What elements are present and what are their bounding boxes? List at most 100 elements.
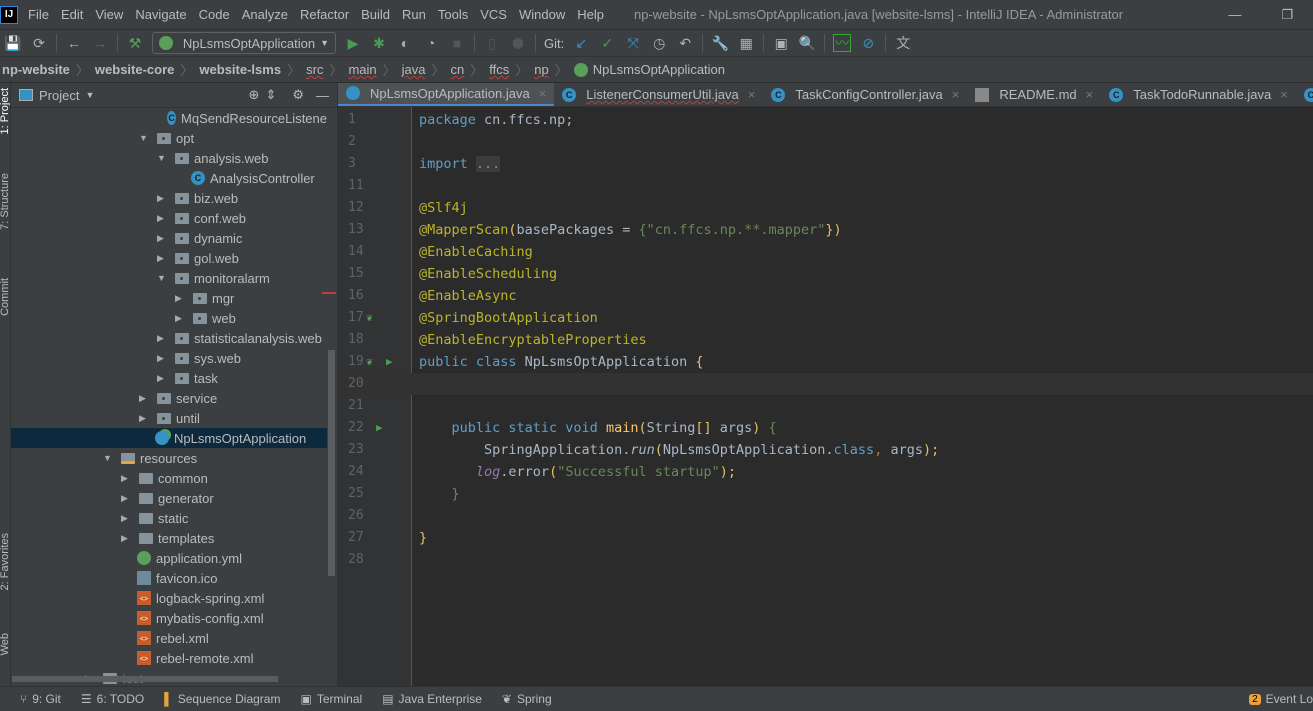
expanded-arrow-icon[interactable]: ▼ (139, 133, 149, 143)
package-icon[interactable]: ⬢ (509, 34, 527, 52)
menu-view[interactable]: View (89, 7, 129, 22)
breadcrumb-item[interactable]: np-website (2, 62, 70, 77)
breadcrumb-item[interactable]: website-core (95, 62, 174, 77)
tree-horizontal-scrollbar[interactable] (12, 676, 278, 682)
rollback-icon[interactable]: ↶ (676, 34, 694, 52)
expanded-arrow-icon[interactable]: ▼ (157, 153, 167, 163)
collapsed-arrow-icon[interactable]: ▶ (121, 533, 131, 544)
hide-icon[interactable]: — (316, 88, 329, 103)
menu-window[interactable]: Window (513, 7, 571, 22)
tree-item[interactable]: ▶ templates (11, 528, 327, 548)
tree-item[interactable]: ▶ service (11, 388, 327, 408)
tree-item[interactable]: favicon.ico (11, 568, 327, 588)
project-structure-icon[interactable]: ▦ (737, 34, 755, 52)
tree-item[interactable]: <> logback-spring.xml (11, 588, 327, 608)
tree-item[interactable]: NpLsmsOptApplication (11, 428, 327, 448)
collapsed-arrow-icon[interactable]: ▶ (139, 393, 149, 404)
menu-edit[interactable]: Edit (55, 7, 89, 22)
tree-item[interactable]: application.yml (11, 548, 327, 568)
tree-item[interactable]: ▶ statisticalanalysis.web (11, 328, 327, 348)
git-tool-button[interactable]: ⑂ 9: Git (20, 692, 61, 706)
tree-item[interactable]: ▶ common (11, 468, 327, 488)
tree-item[interactable]: <> rebel-remote.xml (11, 648, 327, 668)
menu-help[interactable]: Help (571, 7, 610, 22)
breadcrumb-item[interactable]: ffcs (489, 62, 509, 77)
monitor-icon[interactable]: 〰 (833, 34, 852, 52)
menu-code[interactable]: Code (193, 7, 236, 22)
tree-item[interactable]: ▶ mgr (11, 288, 327, 308)
editor-tab[interactable]: C TaskTodoRunnable.java × (1101, 83, 1296, 106)
menu-vcs[interactable]: VCS (474, 7, 513, 22)
stop-icon[interactable]: ■ (448, 34, 466, 52)
spring-bean-gutter-icon[interactable]: ❦ (366, 307, 373, 329)
close-tab-icon[interactable]: × (1086, 87, 1094, 102)
collapse-all-icon[interactable]: ⇕ (265, 87, 276, 103)
breadcrumb-item[interactable]: website-lsms (199, 62, 281, 77)
tree-item[interactable]: ▶ task (11, 368, 327, 388)
breadcrumb-item[interactable]: np (534, 62, 548, 77)
collapsed-arrow-icon[interactable]: ▶ (121, 513, 131, 524)
tree-item[interactable]: C MqSendResourceListene (11, 108, 327, 128)
menu-build[interactable]: Build (355, 7, 396, 22)
build-hammer-icon[interactable]: ⚒ (126, 34, 144, 52)
editor-tab[interactable]: CMo (1296, 83, 1313, 106)
sequence-diagram-button[interactable]: ▌ Sequence Diagram (164, 692, 280, 706)
profile-icon[interactable]: ◔ (422, 34, 440, 52)
editor-tab[interactable]: README.md × (967, 83, 1101, 106)
settings-wrench-icon[interactable]: 🔧 (711, 34, 729, 52)
editor-tab[interactable]: NpLsmsOptApplication.java × (338, 83, 555, 106)
restore-button[interactable]: ❐ (1281, 7, 1293, 23)
tree-item[interactable]: ▼ opt (11, 128, 327, 148)
terminal-tool-button[interactable]: ▣ Terminal (300, 692, 362, 706)
tree-vertical-scrollbar[interactable] (328, 350, 335, 576)
event-log-button[interactable]: 2 Event Lo (1249, 692, 1313, 706)
run-gutter-icon[interactable]: ▶ (376, 417, 383, 439)
history-icon[interactable]: ◷ (650, 34, 668, 52)
run-configuration-select[interactable]: NpLsmsOptApplication ▼ (152, 32, 336, 54)
editor-tab[interactable]: C TaskConfigController.java × (763, 83, 967, 106)
minimize-button[interactable]: — (1228, 7, 1241, 23)
menu-run[interactable]: Run (396, 7, 432, 22)
tree-item[interactable]: <> mybatis-config.xml (11, 608, 327, 628)
menu-navigate[interactable]: Navigate (129, 7, 192, 22)
tree-item[interactable]: <> rebel.xml (11, 628, 327, 648)
git-push-icon[interactable]: ⤧ (624, 34, 642, 52)
collapsed-arrow-icon[interactable]: ▶ (157, 193, 167, 204)
run-icon[interactable]: ▶ (344, 34, 362, 52)
tree-item[interactable]: C AnalysisController (11, 168, 327, 188)
collapsed-arrow-icon[interactable]: ▶ (157, 233, 167, 244)
sync-icon[interactable]: ⟳ (30, 34, 48, 52)
tree-item[interactable]: ▶ until (11, 408, 327, 428)
search-icon[interactable]: 🔍 (798, 34, 816, 52)
collapsed-arrow-icon[interactable]: ▶ (121, 473, 131, 484)
collapsed-arrow-icon[interactable]: ▶ (175, 293, 185, 304)
collapsed-arrow-icon[interactable]: ▶ (157, 213, 167, 224)
save-icon[interactable]: 💾 (4, 34, 22, 52)
project-view-select[interactable]: Project (39, 88, 79, 103)
tree-item[interactable]: ▶ biz.web (11, 188, 327, 208)
tree-item[interactable]: ▼ resources (11, 448, 327, 468)
collapsed-arrow-icon[interactable]: ▶ (121, 493, 131, 504)
breadcrumb-item[interactable]: java (402, 62, 426, 77)
git-commit-icon[interactable]: ✓ (598, 34, 616, 52)
git-update-icon[interactable]: ↙ (572, 34, 590, 52)
menu-tools[interactable]: Tools (432, 7, 474, 22)
spring-tool-button[interactable]: ❦ Spring (502, 692, 552, 706)
collapsed-arrow-icon[interactable]: ▶ (157, 253, 167, 264)
expanded-arrow-icon[interactable]: ▼ (157, 273, 167, 283)
close-tab-icon[interactable]: × (748, 87, 756, 102)
tree-item[interactable]: ▶ generator (11, 488, 327, 508)
tool-window-web[interactable]: Web (0, 633, 10, 655)
collapsed-arrow-icon[interactable]: ▶ (175, 313, 185, 324)
collapsed-arrow-icon[interactable]: ▶ (139, 413, 149, 424)
device-icon[interactable]: ▯ (483, 34, 501, 52)
run-gutter-icon[interactable]: ▶ (386, 351, 393, 373)
spring-bean-gutter-icon[interactable]: ❦ (366, 351, 373, 373)
java-enterprise-button[interactable]: ▤ Java Enterprise (382, 692, 482, 706)
menu-refactor[interactable]: Refactor (294, 7, 355, 22)
coverage-icon[interactable]: ◐ (396, 34, 414, 52)
disable-icon[interactable]: ⊘ (859, 34, 877, 52)
breadcrumb-item[interactable]: cn (451, 62, 465, 77)
debug-icon[interactable]: ✱ (370, 34, 388, 52)
breadcrumb-item[interactable]: NpLsmsOptApplication (593, 62, 725, 77)
